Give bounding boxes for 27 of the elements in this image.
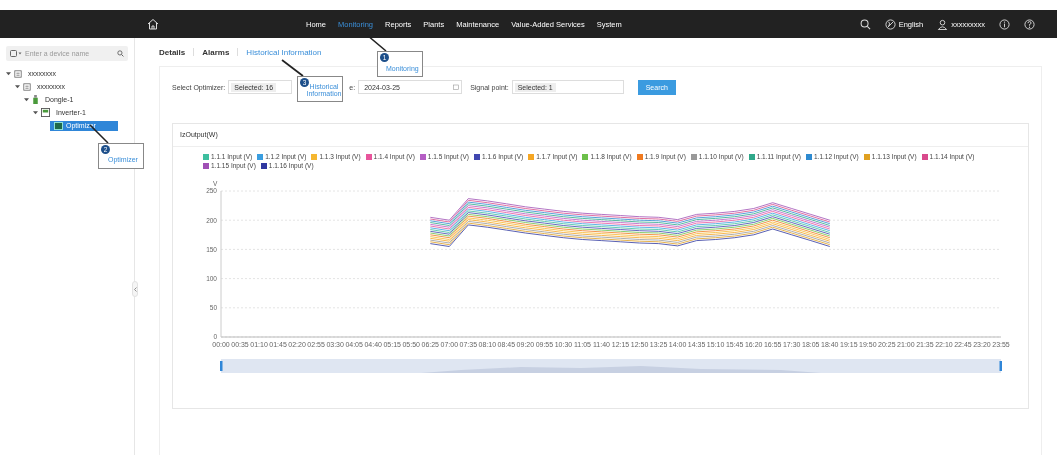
info-icon[interactable] (999, 18, 1010, 30)
caret-icon[interactable] (15, 84, 20, 89)
search-icon[interactable] (859, 18, 871, 30)
leader-line (281, 59, 304, 77)
callout-box (377, 51, 423, 77)
collapse-handle[interactable] (132, 281, 138, 297)
range-slider[interactable] (221, 359, 1001, 373)
callout-box (297, 76, 343, 102)
dongle-icon (32, 95, 39, 104)
slider-handle[interactable] (220, 361, 223, 371)
tab[interactable]: Alarms (202, 47, 230, 57)
optimizer-icon (54, 121, 63, 130)
inverter-icon (41, 108, 50, 117)
slider-handle[interactable] (999, 361, 1002, 371)
caret-icon[interactable] (6, 71, 11, 76)
globe-icon[interactable] (884, 18, 896, 30)
caret-icon[interactable] (33, 110, 38, 115)
tab[interactable]: Details (159, 47, 186, 57)
tab[interactable]: Historical Information (246, 47, 322, 57)
device-icon (14, 69, 22, 78)
device-icon (23, 82, 31, 91)
help-icon[interactable] (1024, 18, 1035, 30)
caret-icon[interactable] (24, 97, 29, 102)
device-type-dropdown-icon[interactable] (10, 50, 22, 57)
home-icon[interactable] (147, 18, 159, 30)
user-icon[interactable] (937, 18, 949, 30)
callout-box (98, 143, 144, 169)
